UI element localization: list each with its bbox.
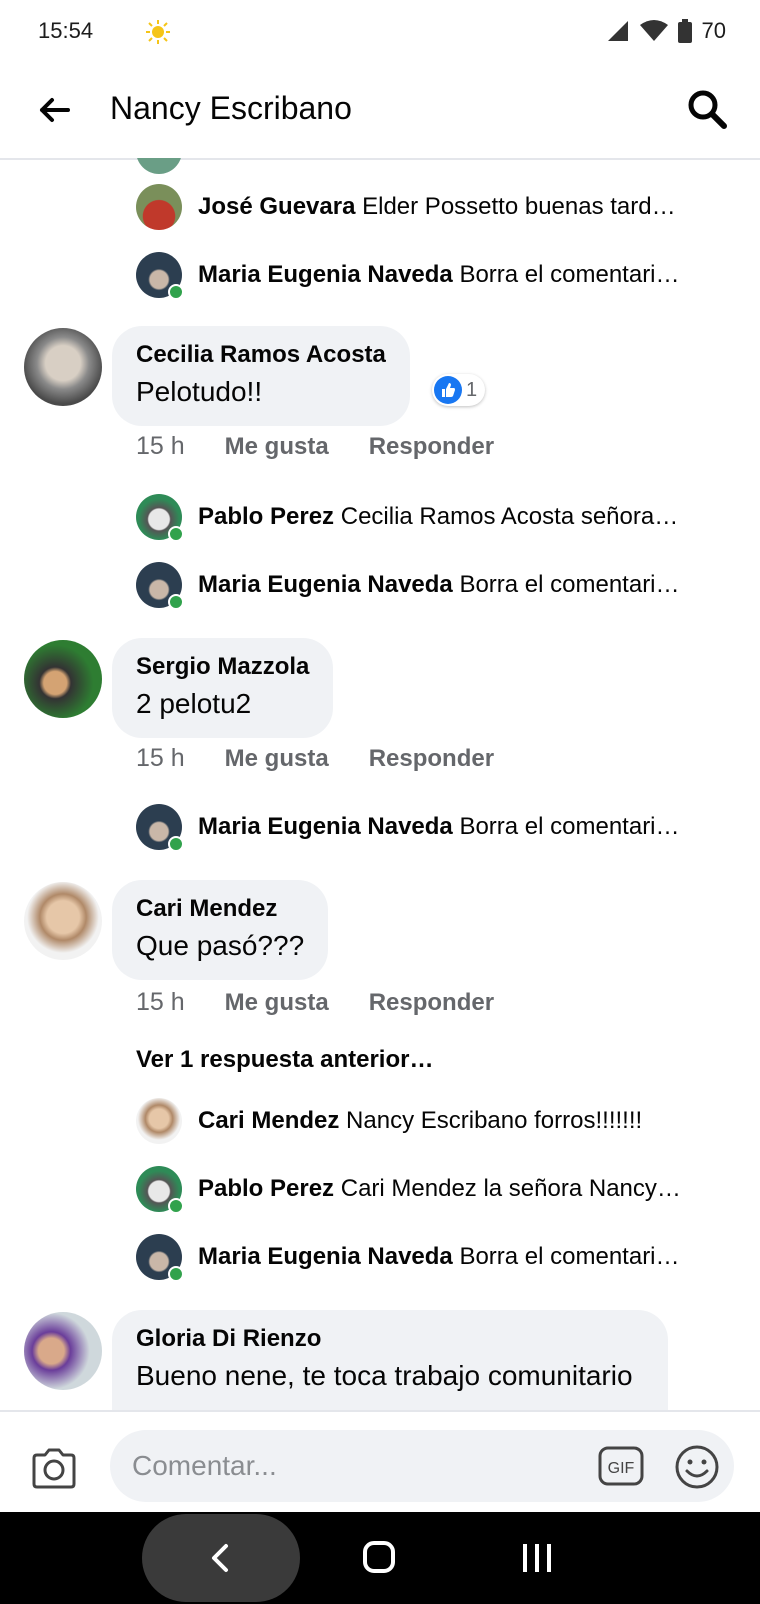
avatar [136, 1166, 184, 1214]
avatar [136, 158, 182, 174]
reaction-badge[interactable]: 1 [432, 374, 486, 406]
nav-home-icon[interactable] [362, 1540, 396, 1574]
avatar [136, 494, 184, 542]
avatar[interactable] [24, 328, 102, 406]
nav-back-icon[interactable] [206, 1542, 234, 1574]
view-previous-replies-link[interactable]: Ver 1 respuesta anterior… [136, 1046, 433, 1074]
comment-meta: 15 h Me gusta Responder [136, 744, 494, 773]
reply-text: Pablo Perez Cecilia Ramos Acosta señora… [198, 503, 679, 530]
reply-text: Maria Eugenia Naveda Borra el comentari… [198, 261, 680, 288]
avatar [136, 1098, 182, 1144]
app-header: Nancy Escribano [0, 64, 760, 160]
search-icon[interactable] [686, 88, 728, 130]
reply-text: Cari Mendez Nancy Escribano forros!!!!!!… [198, 1107, 643, 1134]
reply-item[interactable]: Pablo Perez Cecilia Ramos Acosta señora… [136, 494, 736, 542]
online-indicator [168, 1266, 184, 1282]
comment-composer: GIF [0, 1410, 760, 1514]
avatar [136, 252, 184, 300]
comments-feed[interactable]: José Guevara Elder Possetto buenas tard…… [0, 158, 760, 1410]
comment-text: Bueno nene, te toca trabajo comunitario [136, 1360, 633, 1391]
like-button[interactable]: Me gusta [225, 433, 329, 461]
battery-icon [677, 19, 692, 43]
status-bar: 15:54 70 [0, 0, 760, 64]
online-indicator [168, 526, 184, 542]
comment-author[interactable]: Cecilia Ramos Acosta [136, 340, 386, 370]
like-icon [434, 376, 462, 404]
reply-button[interactable]: Responder [369, 433, 494, 461]
page-title: Nancy Escribano [110, 90, 352, 126]
system-nav-bar [0, 1512, 760, 1604]
wifi-icon [639, 20, 668, 41]
online-indicator [168, 284, 184, 300]
back-arrow-icon[interactable] [36, 92, 72, 128]
reply-button[interactable]: Responder [369, 745, 494, 773]
comment-meta: 15 h Me gusta Responder [136, 988, 494, 1017]
comment-meta: 15 h Me gusta Responder [136, 432, 494, 461]
avatar[interactable] [24, 882, 102, 960]
online-indicator [168, 1198, 184, 1214]
comment-time: 15 h [136, 432, 185, 460]
comment-author[interactable]: Gloria Di Rienzo [136, 1324, 644, 1354]
reply-item[interactable]: Cari Mendez Nancy Escribano forros!!!!!!… [136, 1098, 736, 1144]
like-button[interactable]: Me gusta [225, 989, 329, 1017]
reply-item[interactable]: Pablo Perez Cari Mendez la señora Nancy… [136, 1166, 736, 1214]
comment-author[interactable]: Cari Mendez [136, 894, 304, 924]
gif-label: GIF [608, 1460, 635, 1477]
gif-icon[interactable]: GIF [598, 1444, 644, 1488]
camera-icon[interactable] [30, 1446, 78, 1490]
comment-text: Pelotudo!! [136, 376, 263, 407]
like-button[interactable]: Me gusta [225, 745, 329, 773]
comment-bubble[interactable]: Cari Mendez Que pasó??? [112, 880, 329, 980]
comment-bubble[interactable]: Sergio Mazzola 2 pelotu2 [112, 638, 334, 738]
comment-bubble[interactable]: Cecilia Ramos Acosta Pelotudo!! [112, 326, 410, 426]
avatar[interactable] [24, 1312, 102, 1390]
reply-text: Maria Eugenia Naveda Borra el comentari… [198, 1243, 680, 1270]
avatar [136, 562, 184, 610]
comment-author[interactable]: Sergio Mazzola [136, 652, 309, 682]
comment-time: 15 h [136, 988, 185, 1016]
reply-text: José Guevara Elder Possetto buenas tard… [198, 193, 676, 220]
avatar [136, 1234, 184, 1282]
battery-level: 70 [701, 18, 726, 43]
avatar [136, 804, 184, 852]
emoji-icon[interactable] [674, 1444, 720, 1490]
status-time: 15:54 [38, 18, 94, 43]
online-indicator [168, 594, 184, 610]
reply-item[interactable]: Maria Eugenia Naveda Borra el comentari… [136, 562, 736, 610]
reaction-count: 1 [466, 378, 478, 401]
reply-item[interactable]: José Guevara Elder Possetto buenas tard… [136, 184, 736, 230]
avatar [136, 184, 182, 230]
comment-text: 2 pelotu2 [136, 688, 252, 719]
nav-recents-icon[interactable] [520, 1542, 554, 1574]
comment-time: 15 h [136, 744, 185, 772]
reply-item[interactable]: Maria Eugenia Naveda Borra el comentari… [136, 252, 736, 300]
comment-bubble[interactable]: Gloria Di Rienzo Bueno nene, te toca tra… [112, 1310, 668, 1410]
reply-button[interactable]: Responder [369, 989, 494, 1017]
reply-text: Maria Eugenia Naveda Borra el comentari… [198, 813, 680, 840]
sun-icon [146, 20, 170, 44]
comment-text: Que pasó??? [136, 930, 305, 961]
reply-item[interactable]: Maria Eugenia Naveda Borra el comentari… [136, 804, 736, 852]
reply-text: Maria Eugenia Naveda Borra el comentari… [198, 571, 680, 598]
status-icons: 70 [606, 18, 726, 44]
online-indicator [168, 836, 184, 852]
signal-icon [607, 21, 628, 41]
avatar[interactable] [24, 640, 102, 718]
reply-item[interactable]: Maria Eugenia Naveda Borra el comentari… [136, 1234, 736, 1282]
reply-text: Pablo Perez Cari Mendez la señora Nancy… [198, 1175, 681, 1202]
